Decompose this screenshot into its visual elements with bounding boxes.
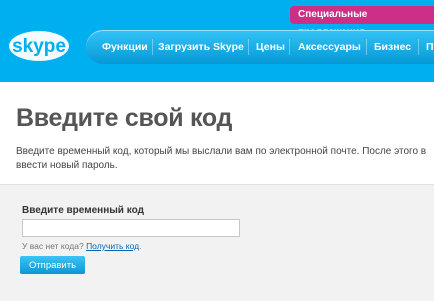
nav-divider [248, 39, 249, 55]
no-code-text: У вас нет кода? [22, 241, 84, 251]
no-code-row: У вас нет кода? Получить код. [22, 241, 142, 251]
nav-prices[interactable]: Цены [256, 30, 285, 64]
main-nav: Функции Загрузить Skype Цены Аксессуары … [86, 30, 434, 64]
skype-logo-text: skype [12, 36, 66, 57]
page-title: Введите свой код [16, 104, 233, 132]
nav-divider [152, 39, 153, 55]
code-field-label: Введите временный код [22, 205, 144, 216]
nav-divider [366, 39, 367, 55]
nav-divider [418, 39, 419, 55]
nav-download-skype[interactable]: Загрузить Skype [158, 30, 244, 64]
site-header: Специальные предложения skype Функции За… [0, 0, 434, 82]
skype-logo[interactable]: skype [8, 28, 70, 64]
special-offers-arrow [420, 6, 428, 24]
nav-business[interactable]: Бизнес [374, 30, 411, 64]
temporary-code-input[interactable] [22, 219, 240, 237]
nav-features[interactable]: Функции [102, 30, 148, 64]
nav-more[interactable]: По [426, 30, 434, 64]
page-description: Введите временный код, который мы выслал… [16, 146, 427, 171]
nav-divider [289, 39, 290, 55]
special-offers-button[interactable]: Специальные предложения [290, 6, 434, 38]
submit-button[interactable]: Отправить [20, 256, 85, 274]
nav-accessories[interactable]: Аксессуары [298, 30, 361, 64]
get-code-link[interactable]: Получить код [86, 241, 139, 251]
